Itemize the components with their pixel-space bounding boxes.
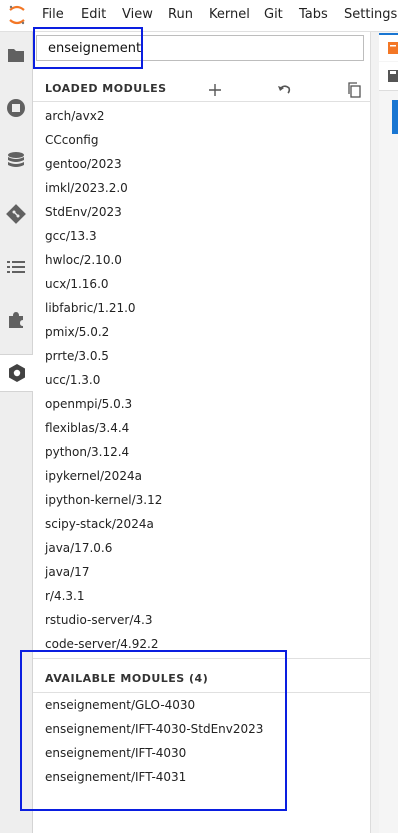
notebook-icon xyxy=(388,42,398,54)
folder-icon xyxy=(8,49,24,62)
git-tab[interactable] xyxy=(0,196,32,232)
database-tab[interactable] xyxy=(0,143,32,179)
main-area xyxy=(379,32,398,833)
module-item[interactable]: ucc/1.3.0 xyxy=(45,373,100,387)
search-input[interactable] xyxy=(36,35,364,61)
module-item[interactable]: rstudio-server/4.3 xyxy=(45,613,152,627)
menu-edit[interactable]: Edit xyxy=(81,7,106,22)
file-browser-tab[interactable] xyxy=(0,37,32,73)
menu-bar: File Edit View Run Kernel Git Tabs Setti… xyxy=(0,0,398,32)
undo-icon[interactable] xyxy=(276,82,292,98)
puzzle-icon xyxy=(9,312,23,328)
menu-tabs[interactable]: Tabs xyxy=(299,7,328,22)
menu-run[interactable]: Run xyxy=(168,7,193,22)
module-item[interactable]: StdEnv/2023 xyxy=(45,205,122,219)
module-item[interactable]: prrte/3.0.5 xyxy=(45,349,109,363)
plus-icon[interactable] xyxy=(207,82,223,98)
extensions-tab[interactable] xyxy=(0,302,32,338)
module-item[interactable]: CCconfig xyxy=(45,133,98,147)
table-of-contents-tab[interactable] xyxy=(0,249,32,285)
module-item[interactable]: openmpi/5.0.3 xyxy=(45,397,132,411)
module-item[interactable]: gcc/13.3 xyxy=(45,229,97,243)
softwares-tab[interactable] xyxy=(0,354,33,392)
git-icon xyxy=(6,204,26,224)
module-item[interactable]: imkl/2023.2.0 xyxy=(45,181,128,195)
database-icon xyxy=(8,152,24,167)
module-item[interactable]: enseignement/IFT-4031 xyxy=(45,770,186,784)
module-item[interactable]: libfabric/1.21.0 xyxy=(45,301,136,315)
active-cell-indicator xyxy=(392,100,398,134)
hexagon-icon xyxy=(8,364,25,382)
menu-kernel[interactable]: Kernel xyxy=(209,7,250,22)
module-item[interactable]: java/17.0.6 xyxy=(45,541,112,555)
module-item[interactable]: arch/avx2 xyxy=(45,109,104,123)
activity-bar xyxy=(0,32,33,833)
module-item[interactable]: enseignement/IFT-4030 xyxy=(45,746,186,760)
loaded-modules-header: LOADED MODULES xyxy=(45,82,167,95)
menu-settings[interactable]: Settings xyxy=(344,7,397,22)
module-item[interactable]: ucx/1.16.0 xyxy=(45,277,109,291)
module-item[interactable]: r/4.3.1 xyxy=(45,589,85,603)
module-item[interactable]: enseignement/GLO-4030 xyxy=(45,698,195,712)
panel-splitter[interactable] xyxy=(370,32,379,833)
module-item[interactable]: ipython-kernel/3.12 xyxy=(45,493,162,507)
module-item[interactable]: python/3.12.4 xyxy=(45,445,129,459)
available-modules-header: AVAILABLE MODULES (4) xyxy=(45,672,209,685)
module-item[interactable]: gentoo/2023 xyxy=(45,157,122,171)
divider xyxy=(33,101,370,102)
menu-view[interactable]: View xyxy=(122,7,153,22)
module-item[interactable]: java/17 xyxy=(45,565,89,579)
document-toolbar xyxy=(379,62,398,91)
modules-panel: LOADED MODULES arch/avx2 CCconfig gentoo/2… xyxy=(33,32,370,833)
menu-git[interactable]: Git xyxy=(264,7,283,22)
document-tab[interactable] xyxy=(379,33,398,61)
save-icon[interactable] xyxy=(388,70,398,82)
jupyter-logo-icon[interactable] xyxy=(7,4,27,26)
module-item[interactable]: pmix/5.0.2 xyxy=(45,325,109,339)
divider xyxy=(33,658,370,659)
copy-icon[interactable] xyxy=(346,82,362,98)
module-item[interactable]: flexiblas/3.4.4 xyxy=(45,421,129,435)
module-item[interactable]: hwloc/2.10.0 xyxy=(45,253,122,267)
list-icon xyxy=(7,261,25,273)
module-item[interactable]: scipy-stack/2024a xyxy=(45,517,154,531)
module-item[interactable]: ipykernel/2024a xyxy=(45,469,142,483)
module-item[interactable]: code-server/4.92.2 xyxy=(45,637,158,651)
menu-file[interactable]: File xyxy=(42,7,64,22)
divider xyxy=(33,692,370,693)
running-icon xyxy=(7,99,25,117)
running-sessions-tab[interactable] xyxy=(0,90,32,126)
module-item[interactable]: enseignement/IFT-4030-StdEnv2023 xyxy=(45,722,263,736)
